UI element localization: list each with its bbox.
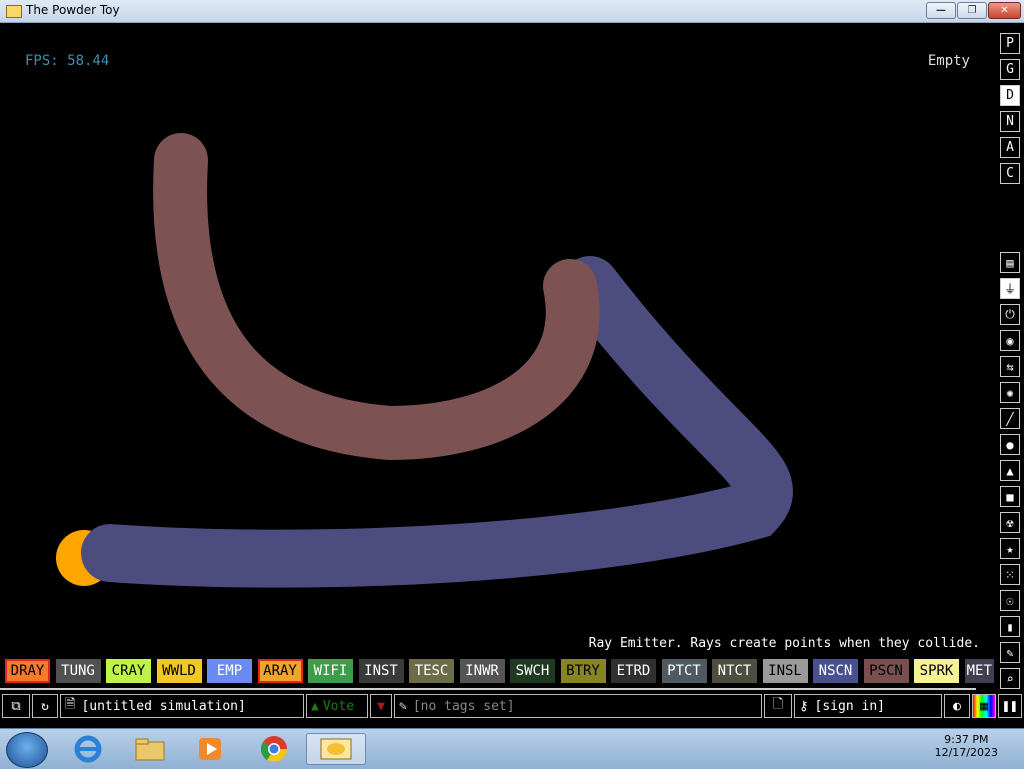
- life-category-icon[interactable]: ⁙: [1000, 564, 1020, 585]
- window-title: The Powder Toy: [26, 3, 120, 17]
- save-icon: 🗎: [65, 697, 76, 712]
- system-clock[interactable]: 9:37 PM 12/17/2023: [935, 733, 998, 759]
- element-cray-button[interactable]: CRAY: [106, 659, 151, 683]
- app-icon: [6, 5, 22, 18]
- vote-down-icon: ▼: [377, 698, 385, 714]
- powders-category-icon[interactable]: ▲: [1000, 460, 1020, 481]
- vote-up-icon: ▲: [311, 698, 319, 714]
- powered-category-icon[interactable]: ⏻: [1000, 304, 1020, 325]
- element-met-button[interactable]: MET: [964, 659, 994, 683]
- render-icon: ▦: [980, 698, 988, 714]
- element-inwr-button[interactable]: INWR: [459, 659, 505, 683]
- vote-up-button[interactable]: ▲ Vote: [306, 694, 368, 718]
- newtonian-button[interactable]: N: [1000, 111, 1020, 132]
- liquids-category-icon[interactable]: ●: [1000, 434, 1020, 455]
- settings-button[interactable]: ◐: [944, 694, 970, 718]
- vote-label: Vote: [322, 698, 355, 714]
- tags-text: [no tags set]: [412, 698, 515, 714]
- menu-separator: [0, 688, 976, 690]
- element-tesc-button[interactable]: TESC: [409, 659, 454, 683]
- save-name: [untitled simulation]: [81, 698, 246, 714]
- element-tung-button[interactable]: TUNG: [55, 659, 101, 683]
- element-wwld-button[interactable]: WWLD: [156, 659, 202, 683]
- gravity-button[interactable]: G: [1000, 59, 1020, 80]
- taskbar-ie-icon[interactable]: [66, 733, 110, 765]
- element-description: Ray Emitter. Rays create points when the…: [588, 636, 980, 651]
- clock-date: 12/17/2023: [934, 746, 998, 759]
- element-emp-button[interactable]: EMP: [207, 659, 252, 683]
- sign-in-button[interactable]: ⚷ [sign in]: [794, 694, 942, 718]
- element-ntct-button[interactable]: NTCT: [712, 659, 757, 683]
- pause-icon: ❚❚: [1002, 698, 1018, 714]
- radioactive-category-icon[interactable]: ☢: [1000, 512, 1020, 533]
- walls-category-icon[interactable]: ▤: [1000, 252, 1020, 273]
- element-wifi-button[interactable]: WIFI: [308, 659, 353, 683]
- explosives-category-icon[interactable]: ✺: [1000, 382, 1020, 403]
- force-category-icon[interactable]: ⇆: [1000, 356, 1020, 377]
- particle-drawing: [56, 133, 793, 588]
- simulation-canvas[interactable]: [0, 23, 996, 653]
- element-dray-button[interactable]: DRAY: [5, 659, 50, 683]
- tools-category-icon[interactable]: ☉: [1000, 590, 1020, 611]
- element-inst-button[interactable]: INST: [358, 659, 404, 683]
- tags-button[interactable]: ✎ [no tags set]: [394, 694, 762, 718]
- start-button[interactable]: [6, 732, 48, 768]
- open-icon: ⧉: [11, 698, 21, 714]
- decorations-button[interactable]: D: [1000, 85, 1020, 106]
- taskbar-powder-toy-icon[interactable]: [306, 733, 366, 765]
- element-sprk-button[interactable]: SPRK: [914, 659, 959, 683]
- open-save-button[interactable]: ⧉: [2, 694, 30, 718]
- sensors-category-icon[interactable]: ◉: [1000, 330, 1020, 351]
- windows-taskbar: 9:37 PM 12/17/2023: [0, 728, 1024, 769]
- pause-button[interactable]: ❚❚: [998, 694, 1022, 718]
- hover-element-info: Empty: [927, 53, 970, 69]
- element-aray-button[interactable]: ARAY: [257, 659, 303, 683]
- clock-time: 9:37 PM: [944, 733, 989, 746]
- element-swch-button[interactable]: SWCH: [510, 659, 555, 683]
- deco-category-icon[interactable]: ✎: [1000, 642, 1020, 663]
- gases-category-icon[interactable]: ╱: [1000, 408, 1020, 429]
- taskbar-explorer-icon[interactable]: [128, 733, 172, 765]
- maximize-button[interactable]: ❐: [957, 2, 987, 19]
- pscn-wire: [153, 133, 600, 461]
- console-button[interactable]: C: [1000, 163, 1020, 184]
- ambient-heat-button[interactable]: A: [1000, 137, 1020, 158]
- vote-down-button[interactable]: ▼: [370, 694, 392, 718]
- element-etrd-button[interactable]: ETRD: [611, 659, 656, 683]
- key-icon: ⚷: [799, 698, 809, 714]
- electronics-category-icon[interactable]: ⏚: [1000, 278, 1020, 299]
- settings-icon: ◐: [953, 698, 961, 714]
- reload-icon: ↻: [41, 698, 49, 714]
- favorites-category-icon[interactable]: ▮: [1000, 616, 1020, 637]
- minimize-button[interactable]: —: [926, 2, 956, 19]
- taskbar-chrome-icon[interactable]: [252, 733, 296, 765]
- special-category-icon[interactable]: ★: [1000, 538, 1020, 559]
- element-ptct-button[interactable]: PTCT: [661, 659, 707, 683]
- element-pscn-button[interactable]: PSCN: [863, 659, 909, 683]
- new-file-icon: 🗋: [772, 697, 784, 712]
- close-button[interactable]: ✕: [988, 2, 1021, 19]
- element-nscn-button[interactable]: NSCN: [813, 659, 858, 683]
- sign-in-label: [sign in]: [814, 698, 885, 714]
- taskbar-media-player-icon[interactable]: [188, 733, 232, 765]
- element-insl-button[interactable]: INSL: [762, 659, 808, 683]
- solids-category-icon[interactable]: ■: [1000, 486, 1020, 507]
- new-simulation-button[interactable]: 🗋: [764, 694, 792, 718]
- window-title-bar[interactable]: The Powder Toy — ❐ ✕: [0, 0, 1024, 23]
- element-btry-button[interactable]: BTRY: [560, 659, 606, 683]
- save-simulation-button[interactable]: 🗎 [untitled simulation]: [60, 694, 304, 718]
- render-options-button[interactable]: ▦: [972, 694, 996, 718]
- fps-counter: FPS: 58.44: [25, 53, 110, 69]
- reload-button[interactable]: ↻: [32, 694, 58, 718]
- search-category-icon[interactable]: ⌕: [1000, 668, 1020, 689]
- tag-icon: ✎: [399, 698, 407, 714]
- pause-sim-button[interactable]: P: [1000, 33, 1020, 54]
